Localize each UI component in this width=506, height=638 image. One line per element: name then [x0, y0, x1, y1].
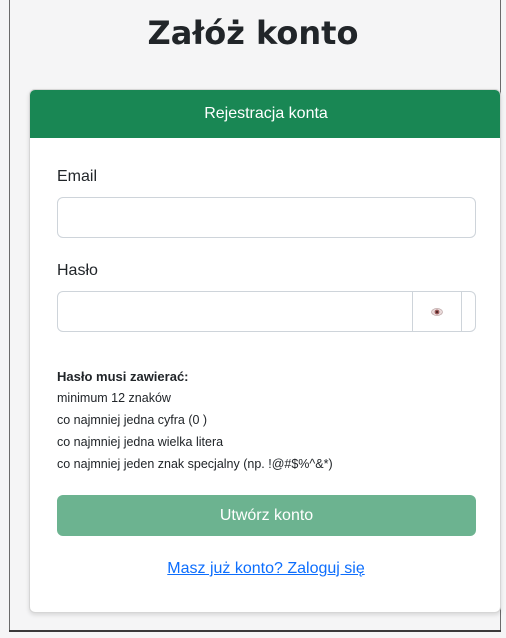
requirement-item: co najmniej jedna wielka litera — [57, 435, 224, 449]
password-requirements-title: Hasło musi zawierać: — [57, 369, 189, 384]
requirement-item: co najmniej jedna cyfra (0 ) — [57, 413, 208, 427]
requirement-item: co najmniej jeden znak specjalny (np. !@… — [57, 457, 333, 471]
password-label: Hasło — [57, 262, 98, 279]
window-left-border — [9, 0, 10, 630]
password-field[interactable] — [58, 292, 412, 331]
toggle-password-visibility-button[interactable] — [412, 292, 462, 331]
create-account-button[interactable]: Utwórz konto — [57, 495, 476, 536]
login-link[interactable]: Masz już konto? Zaloguj się — [30, 560, 500, 578]
email-field[interactable] — [57, 197, 476, 238]
window-bottom-border — [9, 630, 501, 632]
eye-icon — [431, 307, 443, 316]
email-label: Email — [57, 168, 98, 185]
registration-card: Rejestracja konta Email Hasło Hasło musi… — [29, 89, 501, 613]
card-header: Rejestracja konta — [30, 90, 500, 138]
viewport: Załóż konto Rejestracja konta Email Hasł… — [0, 0, 506, 638]
requirement-item: minimum 12 znaków — [57, 391, 171, 405]
password-input-group — [57, 291, 476, 332]
page-title: Załóż konto — [147, 14, 359, 52]
